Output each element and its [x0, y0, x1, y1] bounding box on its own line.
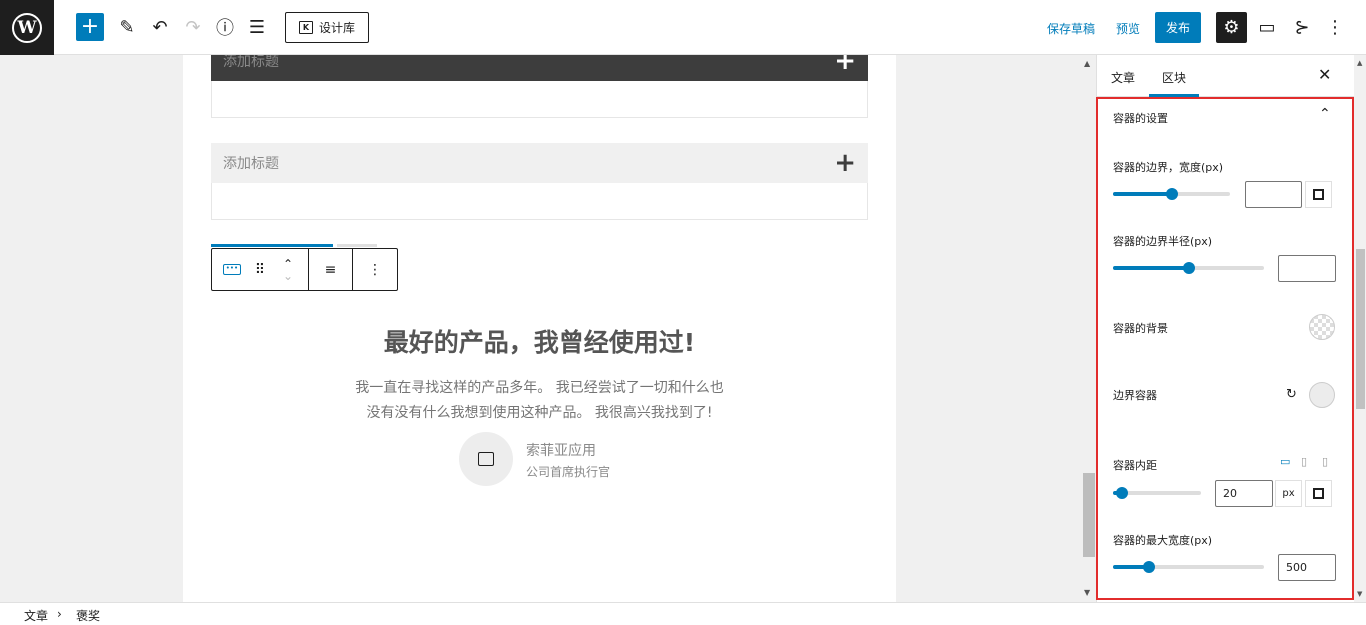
accordion-title[interactable]: 添加标题	[223, 153, 279, 173]
testimonial-text-line[interactable]: 我一直在寻找这样的产品多年。 我已经尝试了一切和什么也	[183, 377, 896, 397]
border-color-swatch[interactable]	[1309, 382, 1335, 408]
border-radius-label: 容器的边界半径(px)	[1113, 235, 1213, 248]
border-width-slider[interactable]	[1113, 188, 1230, 200]
plus-icon[interactable]: +	[834, 150, 856, 176]
save-draft-button[interactable]: 保存草稿	[1047, 20, 1095, 37]
settings-sidebar: 文章 区块 ✕ 容器的设置 ⌃ 容器的边界，宽度(px) 容器的边界半径(px)…	[1096, 55, 1366, 602]
avatar-placeholder[interactable]	[459, 432, 513, 486]
scroll-up-icon[interactable]: ▲	[1084, 59, 1090, 68]
scroll-up-icon[interactable]: ▲	[1357, 59, 1362, 67]
tab-block[interactable]: 区块	[1162, 69, 1186, 86]
mobile-icon[interactable]: ▯	[1322, 455, 1328, 468]
tablet-icon[interactable]: ▯	[1301, 455, 1307, 468]
scroll-down-icon[interactable]: ▼	[1084, 588, 1090, 597]
add-block-button[interactable]: +	[76, 13, 104, 41]
breadcrumb: 文章 › 褒奖	[0, 602, 1366, 625]
border-width-label: 容器的边界，宽度(px)	[1113, 161, 1224, 174]
border-color-label: 边界容器	[1113, 389, 1157, 402]
editor-view-icon[interactable]: ▭	[1253, 13, 1281, 41]
panel-title[interactable]: 容器的设置	[1113, 110, 1168, 126]
max-width-slider[interactable]	[1113, 561, 1264, 573]
border-sides-button[interactable]	[1305, 181, 1332, 208]
canvas-scrollbar[interactable]: ▲ ▼	[1082, 55, 1096, 602]
max-width-label: 容器的最大宽度(px)	[1113, 534, 1213, 547]
image-icon	[478, 452, 494, 466]
breadcrumb-separator: ›	[57, 607, 62, 621]
drag-handle-icon[interactable]: ⠿	[246, 250, 274, 290]
padding-sides-button[interactable]	[1305, 480, 1332, 507]
close-icon[interactable]: ✕	[1318, 65, 1331, 84]
chevron-up-icon[interactable]: ⌃	[1319, 106, 1331, 122]
list-view-icon[interactable]: ☰	[243, 13, 271, 41]
tab-post[interactable]: 文章	[1111, 69, 1135, 86]
move-up-down-icon[interactable]: ⌃ ⌄	[274, 250, 302, 290]
slider-knob[interactable]	[1115, 487, 1128, 499]
slider-fill	[1113, 192, 1172, 196]
testimonial-text-line[interactable]: 没有没有什么我想到使用这种产品。 我很高兴我找到了!	[183, 402, 896, 422]
block-progress-bar	[211, 244, 333, 247]
breadcrumb-item-testimonial[interactable]: 褒奖	[76, 607, 100, 624]
padding-label: 容器内距	[1113, 459, 1157, 472]
editor-app: W + ✎ ↶ ↷ ⓘ ☰ K 设计库 保存草稿 预览 发布 ⚙ ▭ ⊱ ⋮ 添…	[0, 0, 1366, 625]
border-radius-slider[interactable]	[1113, 262, 1264, 274]
block-progress-track	[337, 244, 377, 247]
desktop-icon[interactable]: ▭	[1280, 455, 1290, 468]
accordion-content[interactable]	[211, 183, 868, 220]
library-icon: K	[298, 21, 313, 34]
reset-icon[interactable]: ↻	[1286, 387, 1297, 402]
square-icon	[1313, 189, 1324, 200]
block-options-icon[interactable]: ⋮	[361, 250, 389, 290]
slider-fill	[1113, 266, 1189, 270]
scrollbar-thumb[interactable]	[1356, 249, 1365, 409]
wordpress-logo[interactable]: W	[0, 0, 54, 55]
max-width-input[interactable]: 500	[1278, 554, 1336, 581]
chevron-down-icon[interactable]: ⌄	[283, 270, 293, 282]
sidebar-scrollbar[interactable]: ▲ ▼	[1354, 55, 1366, 602]
slider-knob[interactable]	[1182, 262, 1195, 274]
accordion-header[interactable]: 添加标题 +	[211, 55, 868, 81]
scroll-down-icon[interactable]: ▼	[1357, 590, 1362, 598]
scrollbar-thumb[interactable]	[1083, 473, 1095, 557]
wordpress-icon: W	[12, 12, 42, 43]
editor-canvas: 添加标题 + 添加标题 + ••• ⠿ ⌃ ⌄ ≡ ⋮ 最好的产品，我曾经使用过…	[183, 55, 896, 602]
breadcrumb-item-post[interactable]: 文章	[24, 607, 48, 624]
accordion-content[interactable]	[211, 81, 868, 118]
block-toolbar: ••• ⠿ ⌃ ⌄ ≡ ⋮	[211, 248, 398, 291]
square-icon	[1313, 488, 1324, 499]
plugin-icon[interactable]: ⊱	[1288, 13, 1316, 41]
design-library-label: 设计库	[318, 21, 355, 35]
top-toolbar: W + ✎ ↶ ↷ ⓘ ☰ K 设计库 保存草稿 预览 发布 ⚙ ▭ ⊱ ⋮	[0, 0, 1366, 55]
slider-knob[interactable]	[1165, 188, 1178, 200]
preview-button[interactable]: 预览	[1116, 20, 1140, 37]
accordion-title[interactable]: 添加标题	[223, 55, 279, 71]
plus-icon[interactable]: +	[834, 55, 856, 74]
accordion-header[interactable]: 添加标题 +	[211, 143, 868, 183]
undo-icon[interactable]: ↶	[146, 13, 174, 41]
border-radius-input[interactable]	[1278, 255, 1336, 282]
design-library-button[interactable]: K 设计库	[285, 12, 369, 43]
align-center-icon[interactable]: ≡	[317, 250, 345, 290]
sidebar-tabs: 文章 区块 ✕	[1097, 55, 1366, 97]
redo-icon[interactable]: ↷	[179, 13, 207, 41]
info-icon[interactable]: ⓘ	[211, 13, 239, 41]
chevron-up-icon[interactable]: ⌃	[283, 258, 293, 270]
padding-slider[interactable]	[1113, 487, 1201, 499]
testimonial-title[interactable]: 最好的产品，我曾经使用过!	[183, 323, 896, 359]
testimonial-block-icon[interactable]: •••	[218, 250, 246, 290]
publish-button[interactable]: 发布	[1155, 12, 1201, 43]
more-options-icon[interactable]: ⋮	[1321, 13, 1349, 41]
person-role[interactable]: 公司首席执行官	[526, 463, 610, 480]
border-width-input[interactable]	[1245, 181, 1302, 208]
settings-gear-icon[interactable]: ⚙	[1216, 12, 1247, 43]
person-name[interactable]: 索菲亚应用	[526, 440, 596, 460]
pencil-tools-icon[interactable]: ✎	[113, 13, 141, 41]
background-color-swatch[interactable]	[1309, 314, 1335, 340]
padding-input[interactable]: 20	[1215, 480, 1273, 507]
unit-toggle-button[interactable]: px	[1275, 480, 1302, 507]
background-label: 容器的背景	[1113, 322, 1168, 335]
